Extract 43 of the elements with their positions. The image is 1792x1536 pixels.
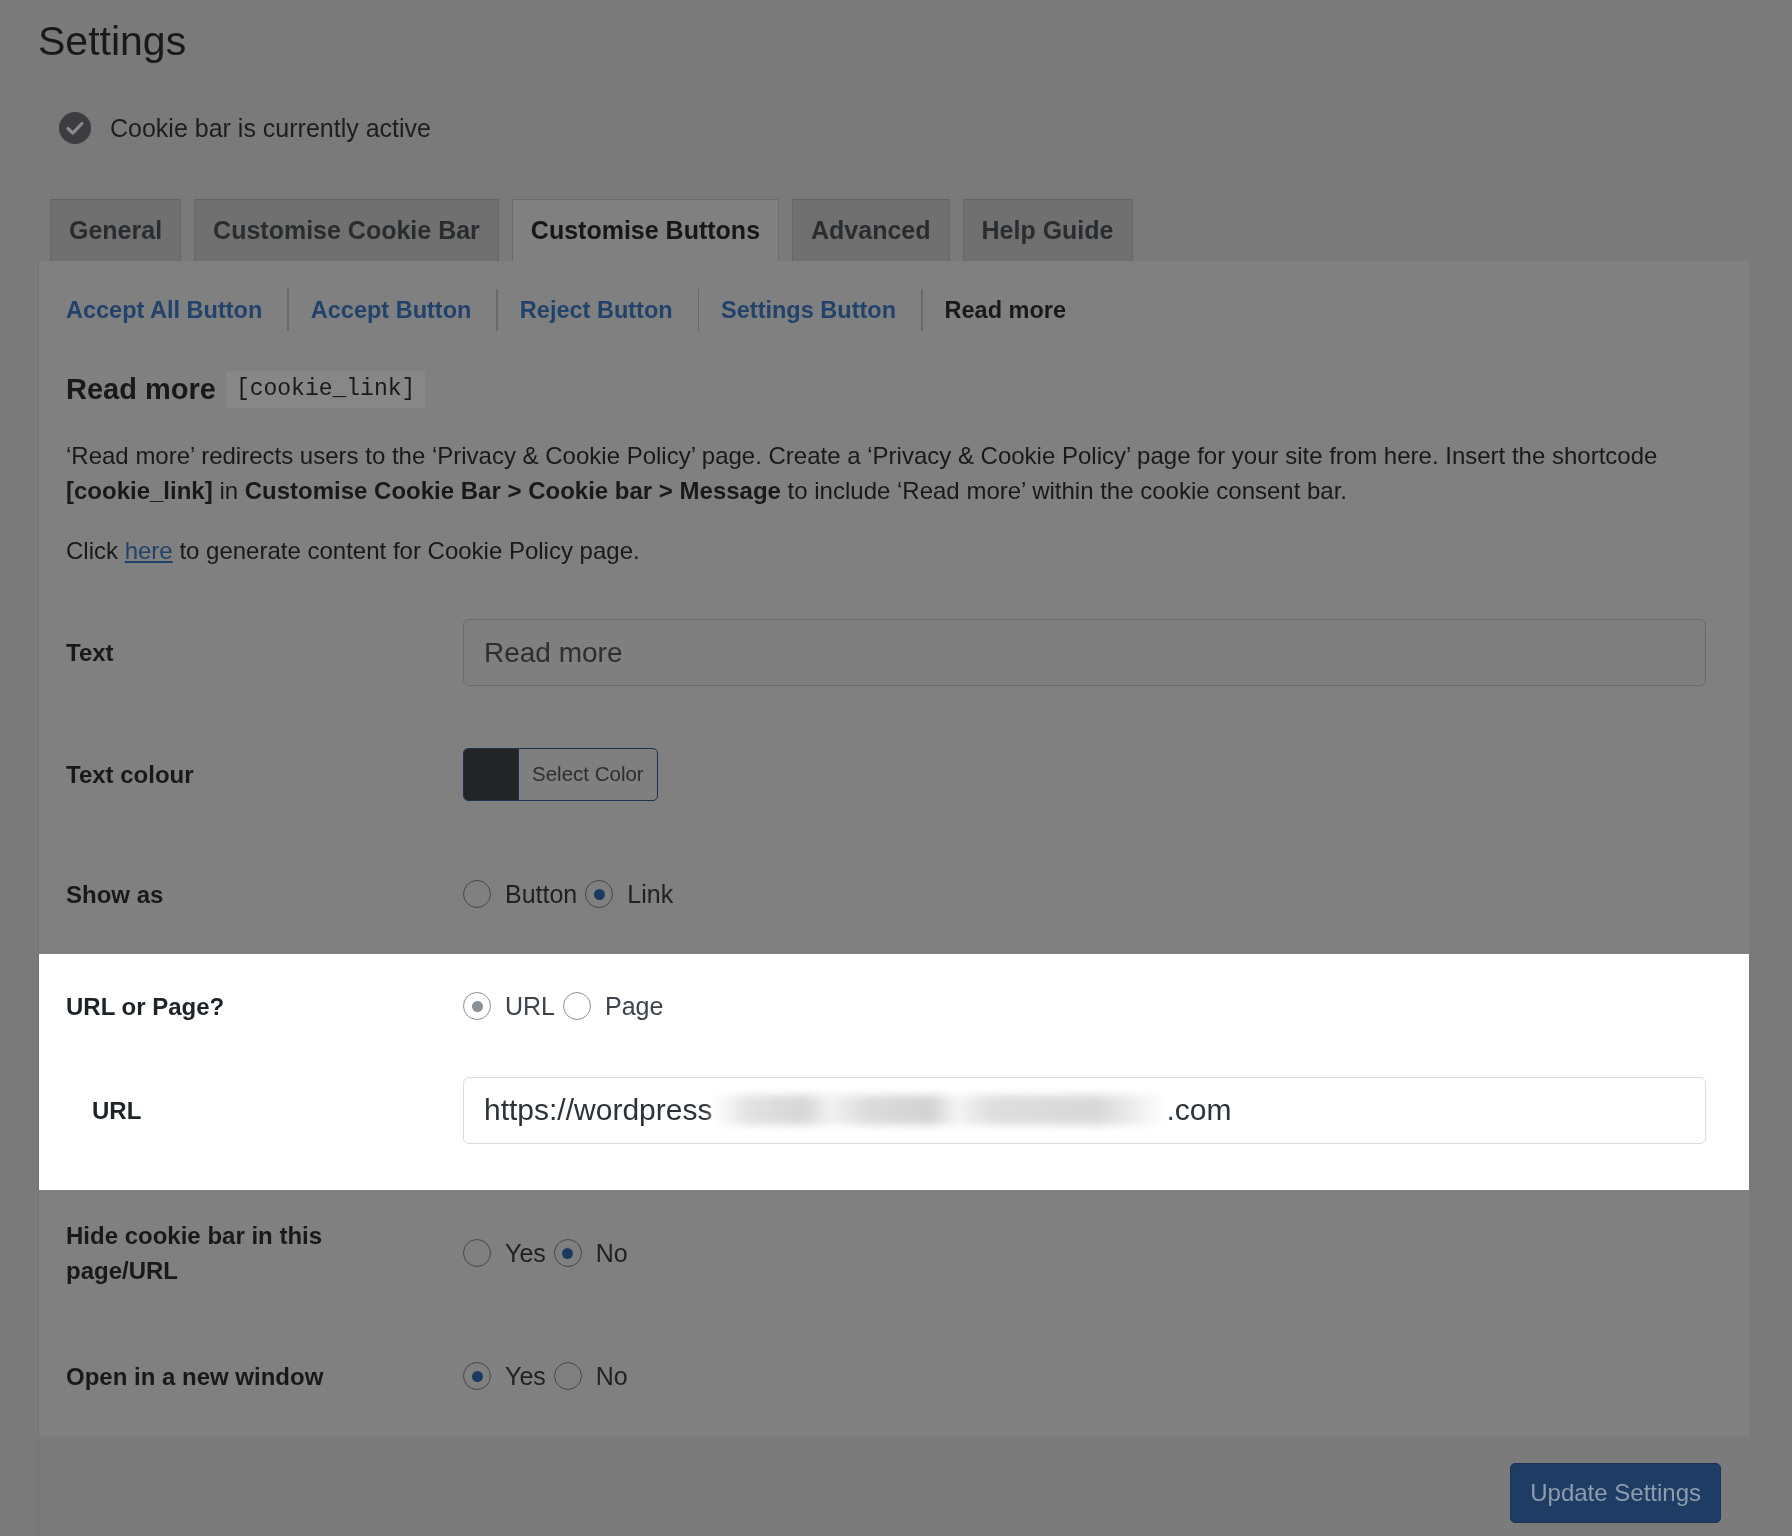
shortcode-tag: [cookie_link] xyxy=(225,371,426,408)
tab[interactable]: Customise Buttons xyxy=(511,199,780,261)
tab[interactable]: Help Guide xyxy=(962,199,1133,261)
page-title: Settings xyxy=(38,18,187,65)
radio-label[interactable]: Page xyxy=(605,990,664,1022)
description-text: ‘Read more’ redirects users to the ‘Privacy & Cookie Policy’ page. Create a ‘Privacy & Cookie Policy’ page for your site from here. Insert the shortcode [cookie_link] in Customise Cookie Bar > Cookie bar > Message to include ‘Read more’ within the cookie consent bar. xyxy=(66,441,1659,506)
subtab-link[interactable]: Settings Button xyxy=(721,289,896,331)
check-circle-icon xyxy=(59,112,91,144)
radio-button[interactable] xyxy=(463,1239,491,1267)
field-label: Hide cookie bar in this page/URL xyxy=(66,1222,323,1284)
subtab-link[interactable]: Read more xyxy=(944,289,1066,331)
radio-label[interactable]: No xyxy=(595,1360,628,1392)
tab[interactable]: General xyxy=(50,199,182,261)
field-label: Show as xyxy=(66,880,164,908)
field-label: URL xyxy=(92,1096,142,1124)
section-heading: Read more xyxy=(66,372,216,407)
tab[interactable]: Advanced xyxy=(792,199,950,261)
url-input[interactable]: https://wordpress .com xyxy=(463,1076,1706,1144)
subtab-link[interactable]: Accept Button xyxy=(310,289,472,331)
radio-label[interactable]: No xyxy=(595,1237,628,1269)
text-input[interactable]: Read more xyxy=(463,619,1706,686)
radio-button[interactable] xyxy=(553,1362,582,1390)
radio-label[interactable]: Yes xyxy=(505,1360,546,1392)
radio-button[interactable] xyxy=(553,1239,582,1267)
radio-button[interactable] xyxy=(563,992,591,1020)
field-label: Text colour xyxy=(66,760,194,788)
update-settings-button[interactable]: Update Settings xyxy=(1510,1463,1721,1523)
radio-button[interactable] xyxy=(463,880,491,908)
here-link[interactable]: here xyxy=(124,537,173,564)
field-label: URL or Page? xyxy=(66,992,225,1020)
subtab-link[interactable]: Reject Button xyxy=(519,289,673,331)
radio-button[interactable] xyxy=(463,1362,491,1390)
select-color-button[interactable]: Select Color xyxy=(463,747,658,801)
generate-note: Click here to generate content for Cookie Policy page. xyxy=(66,536,641,566)
radio-label[interactable]: Button xyxy=(505,878,578,910)
radio-label[interactable]: Link xyxy=(627,878,674,910)
status-text: Cookie bar is currently active xyxy=(110,113,431,144)
field-label: Open in a new window xyxy=(66,1362,324,1390)
subtab-link[interactable]: Accept All Button xyxy=(66,289,263,331)
field-label: Text xyxy=(66,639,114,666)
radio-button[interactable] xyxy=(585,880,614,908)
radio-label[interactable]: Yes xyxy=(505,1237,546,1269)
tab[interactable]: Customise Cookie Bar xyxy=(194,199,499,261)
